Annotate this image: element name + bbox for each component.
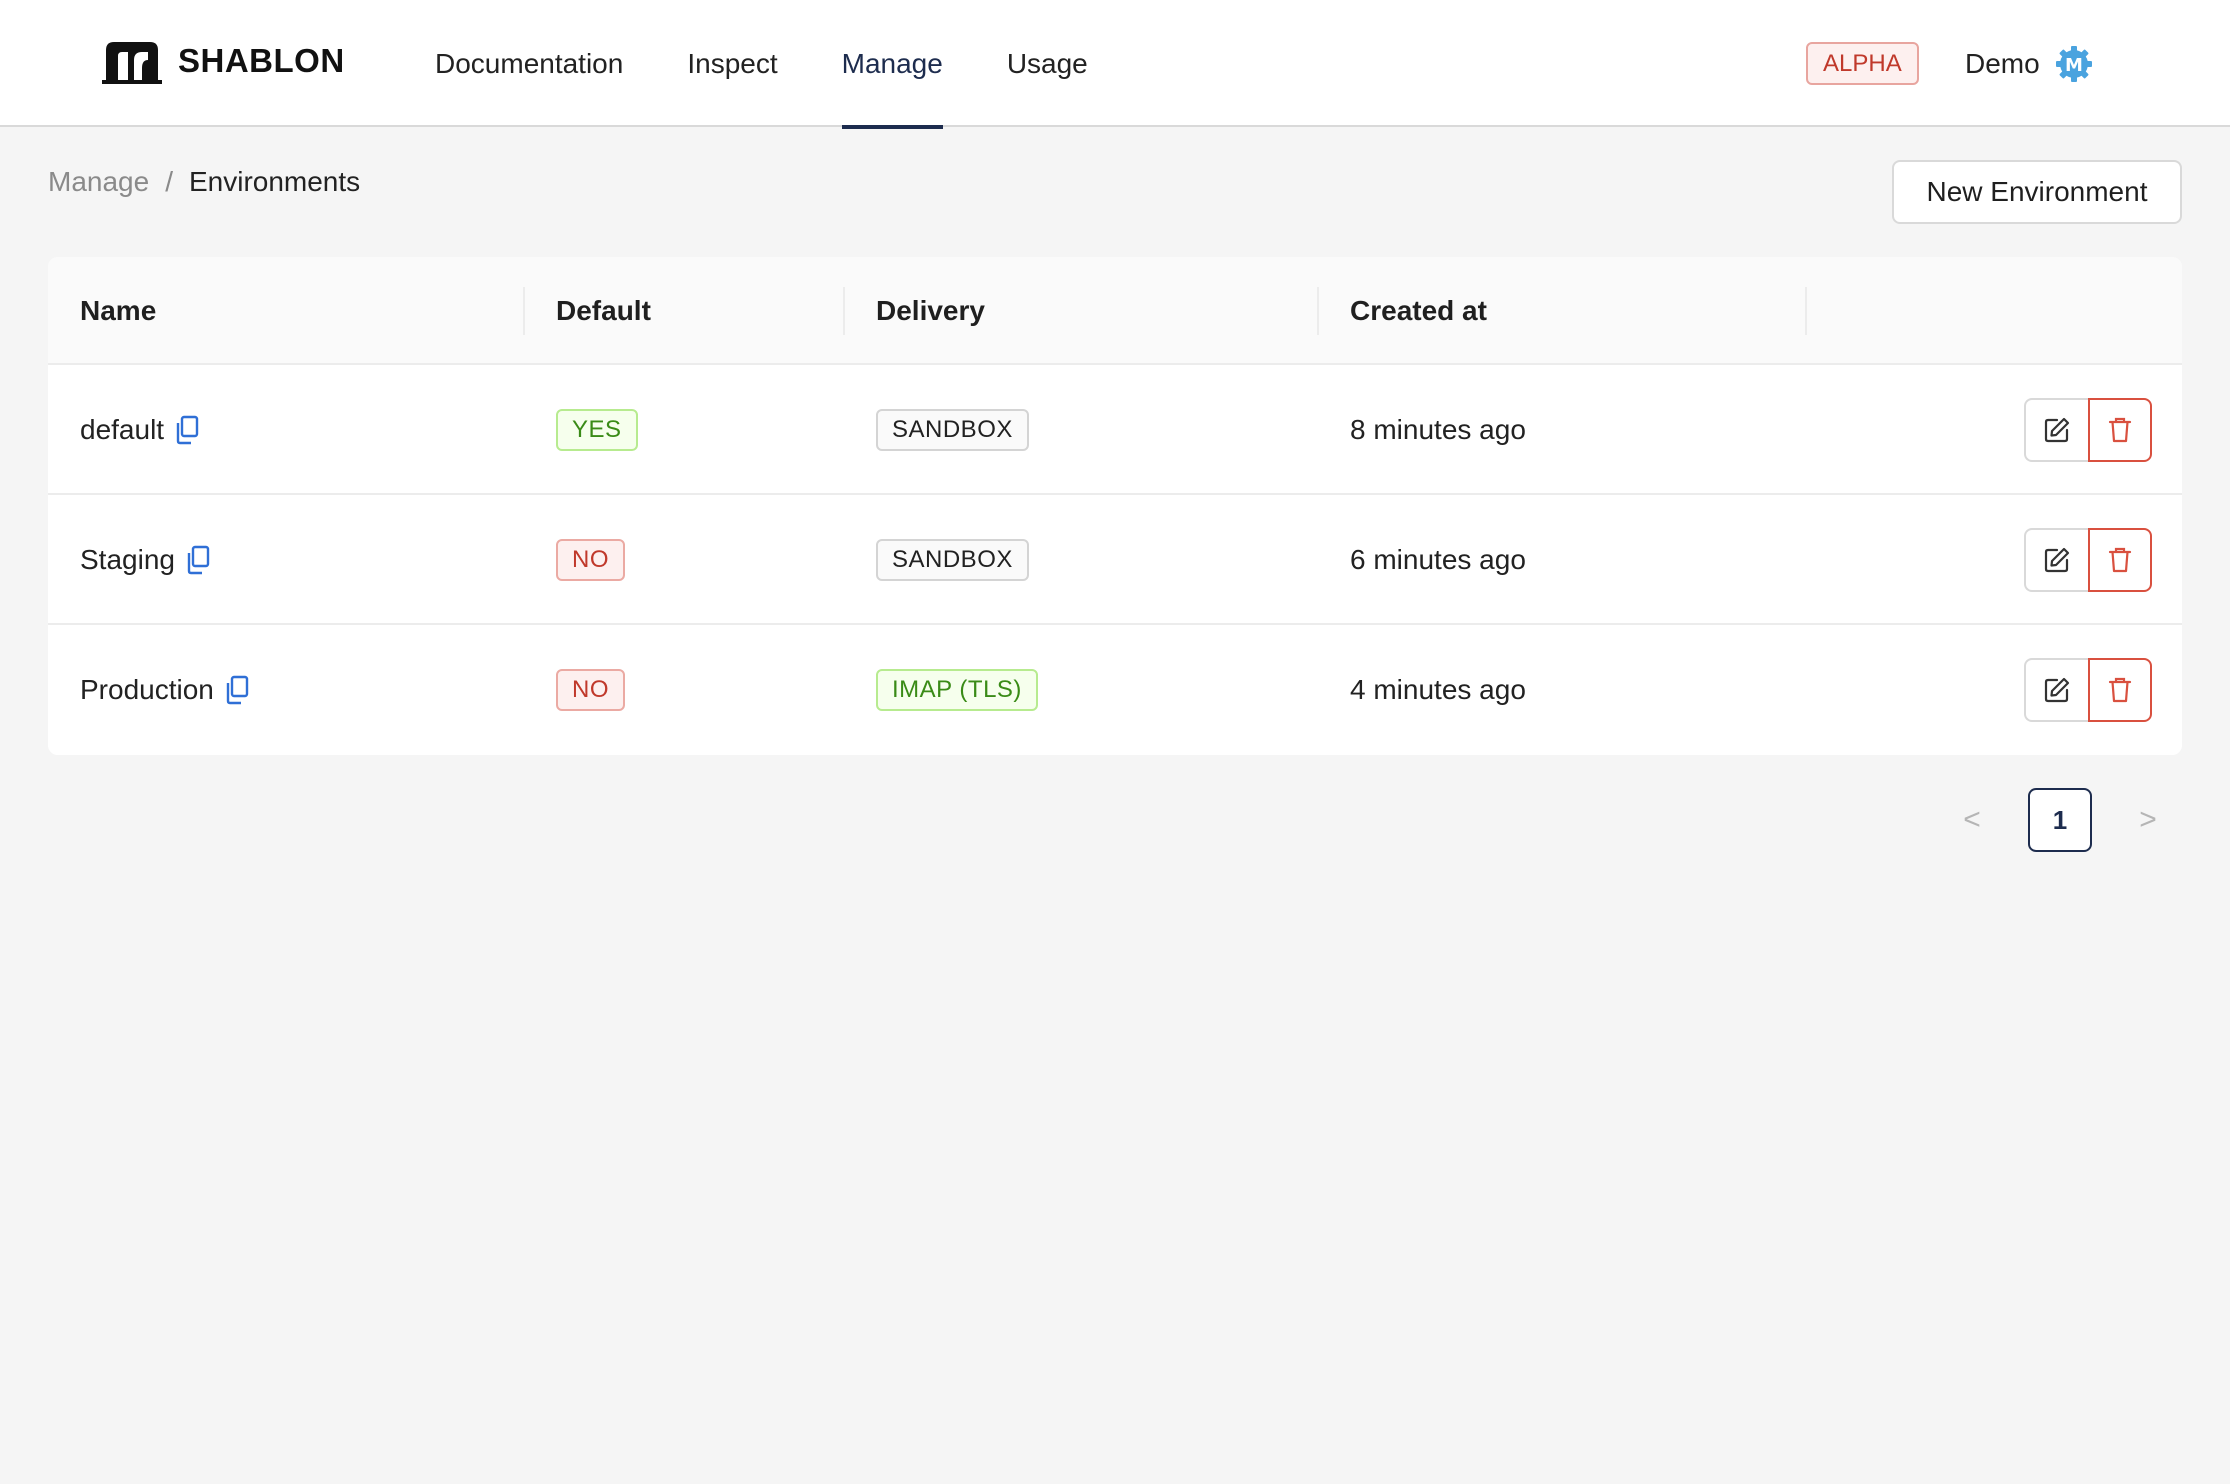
next-page-button[interactable]: > xyxy=(2136,803,2160,837)
trash-icon xyxy=(2108,677,2132,703)
created-at: 8 minutes ago xyxy=(1350,414,1526,445)
column-divider xyxy=(843,287,845,335)
shablon-logo-icon xyxy=(102,42,162,84)
user-name: Demo xyxy=(1965,48,2040,79)
delivery-tag: IMAP (TLS) xyxy=(876,669,1038,711)
main-nav: Documentation Inspect Manage Usage xyxy=(435,0,1088,129)
default-tag: NO xyxy=(556,539,625,581)
delivery-tag: SANDBOX xyxy=(876,539,1029,581)
edit-button[interactable] xyxy=(2024,528,2088,592)
trash-icon xyxy=(2108,417,2132,443)
breadcrumb: Manage / Environments xyxy=(48,166,360,198)
brand-logo[interactable]: SHABLON xyxy=(102,38,345,84)
environment-name: default xyxy=(80,414,165,445)
avatar-letter: M xyxy=(2065,55,2083,76)
prev-page-button[interactable]: < xyxy=(1960,803,1984,837)
delete-button[interactable] xyxy=(2088,528,2152,592)
breadcrumb-separator: / xyxy=(165,166,173,197)
column-delivery: Delivery xyxy=(876,295,985,326)
nav-usage[interactable]: Usage xyxy=(1007,0,1088,127)
table-row: Staging NO SANDBOX 6 minutes ago xyxy=(48,495,2182,625)
row-actions xyxy=(2024,398,2152,462)
user-menu[interactable]: Demo M xyxy=(1965,44,2094,84)
new-environment-button[interactable]: New Environment xyxy=(1892,160,2182,224)
delete-button[interactable] xyxy=(2088,658,2152,722)
table-row: Production NO IMAP (TLS) 4 minutes ago xyxy=(48,625,2182,755)
default-tag: YES xyxy=(556,409,638,451)
environment-name: Production xyxy=(80,674,214,705)
breadcrumb-manage[interactable]: Manage xyxy=(48,166,149,198)
default-tag: NO xyxy=(556,669,625,711)
alpha-badge: ALPHA xyxy=(1806,42,1919,85)
nav-inspect[interactable]: Inspect xyxy=(687,0,777,127)
row-actions xyxy=(2024,528,2152,592)
copy-icon[interactable] xyxy=(224,675,250,705)
edit-button[interactable] xyxy=(2024,398,2088,462)
environment-name: Staging xyxy=(80,544,175,575)
environments-table: Name Default Delivery Created at default… xyxy=(48,257,2182,755)
page-1-button[interactable]: 1 xyxy=(2028,788,2092,852)
brand-name: SHABLON xyxy=(178,42,345,79)
edit-icon xyxy=(2044,677,2070,703)
column-divider xyxy=(1805,287,1807,335)
edit-button[interactable] xyxy=(2024,658,2088,722)
gear-icon: M xyxy=(2055,46,2092,82)
table-row: default YES SANDBOX 8 minutes ago xyxy=(48,365,2182,495)
created-at: 4 minutes ago xyxy=(1350,674,1526,705)
delivery-tag: SANDBOX xyxy=(876,409,1029,451)
copy-icon[interactable] xyxy=(185,545,211,575)
top-header: SHABLON Documentation Inspect Manage Usa… xyxy=(0,0,2230,129)
edit-icon xyxy=(2044,417,2070,443)
delete-button[interactable] xyxy=(2088,398,2152,462)
column-name: Name xyxy=(80,295,157,326)
pagination: < 1 > xyxy=(1960,788,2160,852)
nav-documentation[interactable]: Documentation xyxy=(435,0,623,127)
table-header: Name Default Delivery Created at xyxy=(48,257,2182,365)
column-divider xyxy=(1317,287,1319,335)
copy-icon[interactable] xyxy=(174,415,200,445)
created-at: 6 minutes ago xyxy=(1350,544,1526,575)
nav-manage[interactable]: Manage xyxy=(841,0,944,129)
trash-icon xyxy=(2108,547,2132,573)
breadcrumb-environments: Environments xyxy=(188,166,361,197)
column-divider xyxy=(523,287,525,335)
column-created-at: Created at xyxy=(1350,295,1487,326)
edit-icon xyxy=(2044,547,2070,573)
column-default: Default xyxy=(556,295,651,326)
row-actions xyxy=(2024,658,2152,722)
